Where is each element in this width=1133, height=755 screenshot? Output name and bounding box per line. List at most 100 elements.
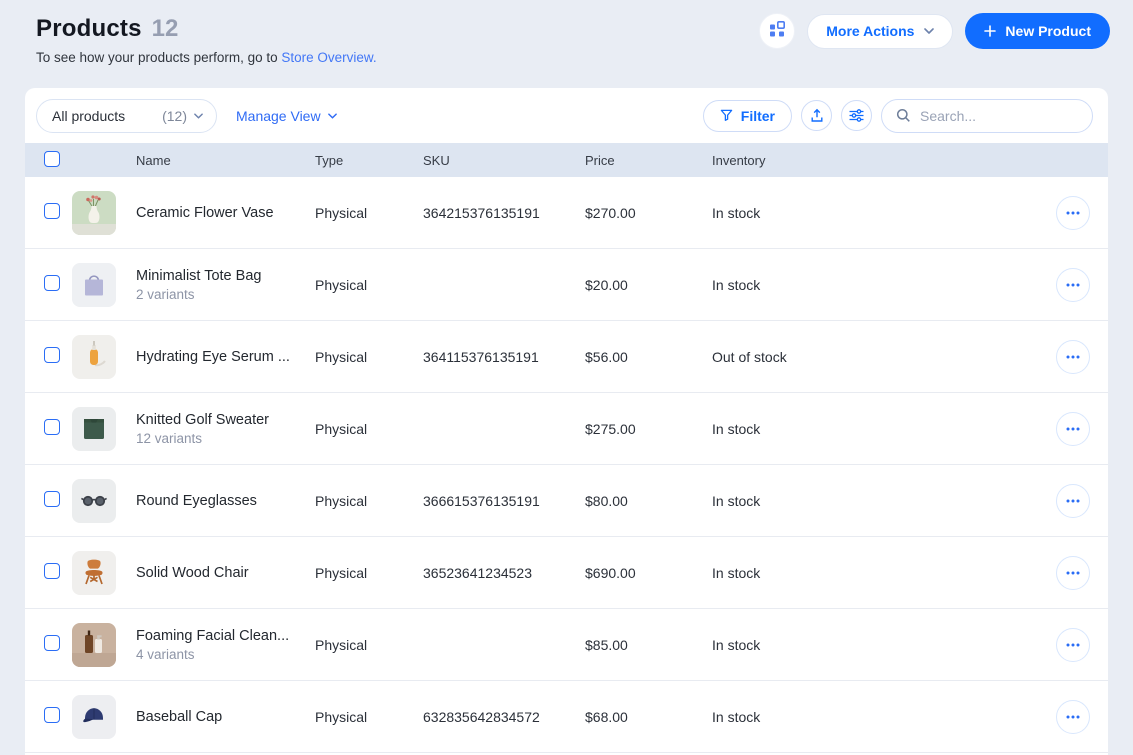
sliders-icon	[849, 109, 864, 122]
header-actions: More Actions New Product	[759, 13, 1110, 49]
row-checkbox[interactable]	[44, 419, 60, 435]
product-name[interactable]: Round Eyeglasses	[136, 493, 305, 509]
product-type: Physical	[315, 348, 368, 365]
product-price: $270.00	[585, 204, 636, 221]
product-inventory: In stock	[712, 204, 761, 221]
table-row[interactable]: Knitted Golf Sweater 12 variants Physica…	[25, 393, 1108, 465]
product-name[interactable]: Foaming Facial Clean...	[136, 628, 305, 644]
product-name[interactable]: Baseball Cap	[136, 709, 305, 725]
table-row[interactable]: Minimalist Tote Bag 2 variants Physical …	[25, 249, 1108, 321]
product-rows: Ceramic Flower Vase Physical 36421537613…	[25, 177, 1108, 753]
ellipsis-icon	[1066, 427, 1080, 431]
table-row[interactable]: Ceramic Flower Vase Physical 36421537613…	[25, 177, 1108, 249]
product-inventory: In stock	[712, 564, 761, 581]
table-row[interactable]: Baseball Cap Physical 632835642834572 $6…	[25, 681, 1108, 753]
product-name[interactable]: Minimalist Tote Bag	[136, 268, 305, 284]
table-row[interactable]: Solid Wood Chair Physical 36523641234523…	[25, 537, 1108, 609]
product-sku: 364115376135191	[423, 348, 539, 365]
row-checkbox[interactable]	[44, 635, 60, 651]
ellipsis-icon	[1066, 499, 1080, 503]
product-inventory: Out of stock	[712, 348, 787, 365]
row-actions-button[interactable]	[1056, 483, 1090, 518]
page-header: Products 12 To see how your products per…	[36, 15, 377, 65]
cap-product-thumbnail	[72, 694, 116, 739]
column-header-name[interactable]: Name	[136, 153, 315, 168]
row-checkbox[interactable]	[44, 275, 60, 291]
ellipsis-icon	[1066, 211, 1080, 215]
page-subtitle: To see how your products perform, go to …	[36, 50, 377, 65]
row-checkbox[interactable]	[44, 563, 60, 579]
product-price: $80.00	[585, 492, 628, 509]
row-actions-button[interactable]	[1056, 267, 1090, 302]
manage-view-button[interactable]: Manage View	[236, 108, 337, 124]
cleanser-product-thumbnail	[72, 622, 116, 667]
filter-funnel-icon	[720, 109, 733, 122]
product-type: Physical	[315, 276, 368, 293]
product-type: Physical	[315, 204, 368, 221]
ellipsis-icon	[1066, 571, 1080, 575]
product-type: Physical	[315, 564, 368, 581]
row-actions-button[interactable]	[1056, 339, 1090, 374]
ellipsis-icon	[1066, 715, 1080, 719]
new-product-button[interactable]: New Product	[965, 13, 1110, 49]
chevron-down-icon	[327, 112, 337, 119]
row-checkbox[interactable]	[44, 203, 60, 219]
filter-label: Filter	[740, 107, 775, 124]
row-actions-button[interactable]	[1056, 699, 1090, 734]
product-type: Physical	[315, 636, 368, 653]
products-table-card: All products (12) Manage View Filter Sea…	[25, 88, 1108, 755]
table-row[interactable]: Round Eyeglasses Physical 36661537613519…	[25, 465, 1108, 537]
column-header-sku[interactable]: SKU	[423, 153, 585, 168]
table-toolbar: All products (12) Manage View Filter	[25, 88, 1108, 143]
product-variants: 4 variants	[136, 646, 195, 662]
product-inventory: In stock	[712, 420, 761, 437]
row-actions-button[interactable]	[1056, 411, 1090, 446]
chevron-down-icon	[924, 28, 935, 34]
product-type: Physical	[315, 420, 368, 437]
table-row[interactable]: Hydrating Eye Serum ... Physical 3641153…	[25, 321, 1108, 393]
filter-button[interactable]: Filter	[702, 99, 792, 132]
view-selector-dropdown[interactable]: All products (12)	[36, 98, 217, 133]
new-product-label: New Product	[1005, 23, 1091, 39]
product-name[interactable]: Solid Wood Chair	[136, 565, 305, 581]
column-header-inventory[interactable]: Inventory	[712, 153, 1038, 168]
ellipsis-icon	[1066, 283, 1080, 287]
apps-grid-icon	[767, 19, 787, 44]
product-inventory: In stock	[712, 708, 761, 725]
manage-view-label: Manage View	[236, 107, 321, 124]
column-header-price[interactable]: Price	[585, 153, 712, 168]
select-all-checkbox[interactable]	[44, 150, 60, 167]
ellipsis-icon	[1066, 355, 1080, 359]
table-row[interactable]: Foaming Facial Clean... 4 variants Physi…	[25, 609, 1108, 681]
product-count: 12	[151, 15, 179, 42]
table-header-row: Name Type SKU Price Inventory	[25, 143, 1108, 177]
product-price: $85.00	[585, 636, 628, 653]
export-button[interactable]	[801, 100, 832, 131]
product-name[interactable]: Knitted Golf Sweater	[136, 412, 305, 428]
store-overview-link[interactable]: Store Overview.	[281, 50, 376, 65]
apps-grid-button[interactable]	[759, 13, 796, 49]
product-variants: 12 variants	[136, 430, 203, 446]
product-sku: 632835642834572	[423, 708, 540, 725]
product-name[interactable]: Hydrating Eye Serum ...	[136, 349, 305, 365]
row-checkbox[interactable]	[44, 347, 60, 363]
more-actions-button[interactable]: More Actions	[807, 13, 954, 49]
row-actions-button[interactable]	[1056, 555, 1090, 590]
view-selector-label: All products	[52, 107, 126, 124]
chair-product-thumbnail	[72, 550, 116, 595]
more-actions-label: More Actions	[826, 23, 915, 39]
column-header-type[interactable]: Type	[315, 153, 423, 168]
product-price: $275.00	[585, 420, 636, 437]
row-actions-button[interactable]	[1056, 627, 1090, 662]
product-price: $56.00	[585, 348, 628, 365]
ellipsis-icon	[1066, 643, 1080, 647]
product-variants: 2 variants	[136, 286, 195, 302]
row-actions-button[interactable]	[1056, 195, 1090, 230]
row-checkbox[interactable]	[44, 707, 60, 723]
customize-columns-button[interactable]	[841, 100, 872, 131]
row-checkbox[interactable]	[44, 491, 60, 507]
product-name[interactable]: Ceramic Flower Vase	[136, 205, 305, 221]
product-price: $690.00	[585, 564, 636, 581]
search-input[interactable]	[920, 107, 1078, 124]
sweater-product-thumbnail	[72, 406, 116, 451]
